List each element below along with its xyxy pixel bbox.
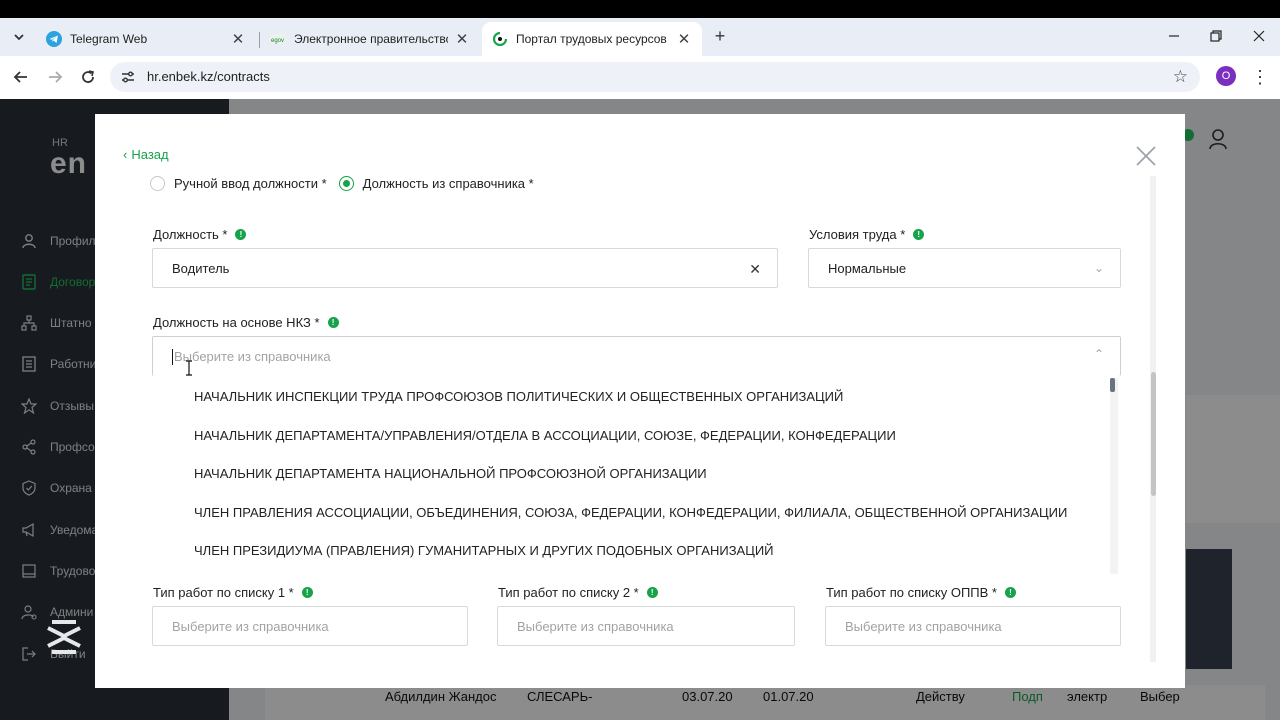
info-icon[interactable]: ! <box>301 587 313 598</box>
enbek-icon <box>492 31 508 47</box>
list1-select[interactable]: Выберите из справочника <box>152 606 468 646</box>
conditions-label: Условия труда * ! <box>809 227 925 242</box>
chevron-down-icon: ⌄ <box>1093 261 1104 275</box>
nkz-label: Должность на основе НКЗ * ! <box>153 315 339 330</box>
dropdown-option[interactable]: НАЧАЛЬНИК ИНСПЕКЦИИ ТРУДА ПРОФСОЮЗОВ ПОЛ… <box>194 389 843 404</box>
svg-text:egov: egov <box>271 38 284 44</box>
profile-avatar[interactable]: O <box>1216 66 1236 86</box>
conditions-value: Нормальные <box>828 260 907 276</box>
nkz-label-text: Должность на основе НКЗ * <box>153 315 320 330</box>
contract-modal: ‹ Назад Ручной ввод должности * Должност… <box>95 114 1185 688</box>
oppv-select[interactable]: Выберите из справочника <box>825 606 1121 646</box>
address-bar[interactable]: hr.enbek.kz/contracts ☆ <box>110 62 1200 92</box>
tab-list-button[interactable] <box>8 26 30 48</box>
info-icon[interactable]: ! <box>646 587 658 598</box>
browser-menu-icon[interactable]: ⋮ <box>1251 66 1269 88</box>
radio-catalog-label[interactable]: Должность из справочника * <box>363 176 534 191</box>
back-link-label: Назад <box>131 147 169 162</box>
telegram-icon <box>46 31 62 47</box>
position-label: Должность * ! <box>153 227 247 242</box>
site-settings-icon[interactable] <box>120 69 136 85</box>
letterbox-top <box>0 0 1280 18</box>
conditions-label-text: Условия труда * <box>809 227 906 242</box>
back-button[interactable] <box>11 67 31 87</box>
clear-icon[interactable]: ✕ <box>749 261 761 278</box>
tab-telegram[interactable]: Telegram Web ✕ <box>36 22 256 56</box>
chevron-left-icon: ‹ <box>123 147 128 162</box>
dropdown-option[interactable]: ЧЛЕН ПРАВЛЕНИЯ АССОЦИАЦИИ, ОБЪЕДИНЕНИЯ, … <box>194 505 1067 520</box>
list2-placeholder: Выберите из справочника <box>517 618 674 634</box>
info-icon[interactable]: ! <box>235 229 247 240</box>
close-tab-icon[interactable]: ✕ <box>454 31 470 48</box>
list2-label-text: Тип работ по списку 2 * <box>498 585 639 600</box>
browser-toolbar: hr.enbek.kz/contracts ☆ O ⋮ <box>0 56 1280 99</box>
capcut-watermark-icon <box>47 620 81 654</box>
close-modal-icon[interactable] <box>1134 144 1158 168</box>
position-field[interactable]: Водитель ✕ <box>152 248 778 288</box>
tab-enbek[interactable]: Портал трудовых ресурсов ✕ <box>482 22 702 56</box>
tab-title: Telegram Web <box>70 32 148 46</box>
tab-bar: Telegram Web ✕ egov Электронное правител… <box>0 18 1280 56</box>
chevron-down-icon <box>14 34 24 41</box>
list1-placeholder: Выберите из справочника <box>172 618 329 634</box>
dropdown-scrollbar-thumb[interactable] <box>1110 378 1115 392</box>
radio-manual[interactable] <box>150 176 165 191</box>
oppv-placeholder: Выберите из справочника <box>845 618 1002 634</box>
nkz-dropdown: НАЧАЛЬНИК ИНСПЕКЦИИ ТРУДА ПРОФСОЮЗОВ ПОЛ… <box>152 376 1121 576</box>
forward-button[interactable] <box>45 67 65 87</box>
list2-select[interactable]: Выберите из справочника <box>497 606 795 646</box>
position-value: Водитель <box>172 260 230 276</box>
dropdown-option[interactable]: НАЧАЛЬНИК ДЕПАРТАМЕНТА/УПРАВЛЕНИЯ/ОТДЕЛА… <box>194 428 896 443</box>
close-tab-icon[interactable]: ✕ <box>230 31 246 48</box>
info-icon[interactable]: ! <box>1004 587 1016 598</box>
text-caret <box>172 348 173 365</box>
list1-label: Тип работ по списку 1 * ! <box>153 585 313 600</box>
reload-button[interactable] <box>78 67 98 87</box>
tab-title: Портал трудовых ресурсов <box>516 32 667 46</box>
radio-manual-label[interactable]: Ручной ввод должности * <box>174 176 327 191</box>
chevron-up-icon: ⌃ <box>1093 347 1104 361</box>
info-icon[interactable]: ! <box>327 317 339 328</box>
nkz-search-input[interactable]: Выберите из справочника ⌃ <box>152 336 1121 376</box>
oppv-label-text: Тип работ по списку ОППВ * <box>826 585 997 600</box>
minimize-icon <box>1169 35 1179 37</box>
oppv-label: Тип работ по списку ОППВ * ! <box>826 585 1016 600</box>
url-text: hr.enbek.kz/contracts <box>147 69 270 84</box>
position-label-text: Должность * <box>153 227 228 242</box>
dropdown-scrollbar[interactable] <box>1110 378 1118 574</box>
egov-icon: egov <box>270 31 286 47</box>
radio-catalog[interactable] <box>338 176 354 191</box>
arrow-right-icon <box>49 71 63 83</box>
bookmark-star-icon[interactable]: ☆ <box>1173 67 1188 87</box>
minimize-button[interactable] <box>1164 26 1184 46</box>
ibeam-cursor-icon <box>186 360 192 376</box>
list2-label: Тип работ по списку 2 * ! <box>498 585 658 600</box>
dropdown-option[interactable]: НАЧАЛЬНИК ДЕПАРТАМЕНТА НАЦИОНАЛЬНОЙ ПРОФ… <box>194 466 707 481</box>
modal-scrollbar-thumb[interactable] <box>1151 372 1156 496</box>
list1-label-text: Тип работ по списку 1 * <box>153 585 294 600</box>
reload-icon <box>82 70 94 83</box>
new-tab-button[interactable]: + <box>710 26 730 46</box>
conditions-select[interactable]: Нормальные ⌄ <box>808 248 1121 288</box>
info-icon[interactable]: ! <box>913 229 925 240</box>
restore-button[interactable] <box>1206 26 1226 46</box>
tab-egov[interactable]: egov Электронное правительство Р ✕ <box>260 22 480 56</box>
close-window-button[interactable] <box>1249 26 1269 46</box>
close-tab-icon[interactable]: ✕ <box>676 31 692 48</box>
dropdown-option[interactable]: ЧЛЕН ПРЕЗИДИУМА (ПРАВЛЕНИЯ) ГУМАНИТАРНЫХ… <box>194 543 774 558</box>
restore-icon <box>1210 30 1222 42</box>
close-icon <box>1253 30 1265 42</box>
nkz-placeholder: Выберите из справочника <box>174 349 331 364</box>
arrow-left-icon <box>13 71 27 83</box>
tab-title: Электронное правительство Р <box>294 32 448 46</box>
position-mode-radios: Ручной ввод должности * Должность из спр… <box>150 176 546 191</box>
back-link[interactable]: ‹ Назад <box>123 147 169 162</box>
